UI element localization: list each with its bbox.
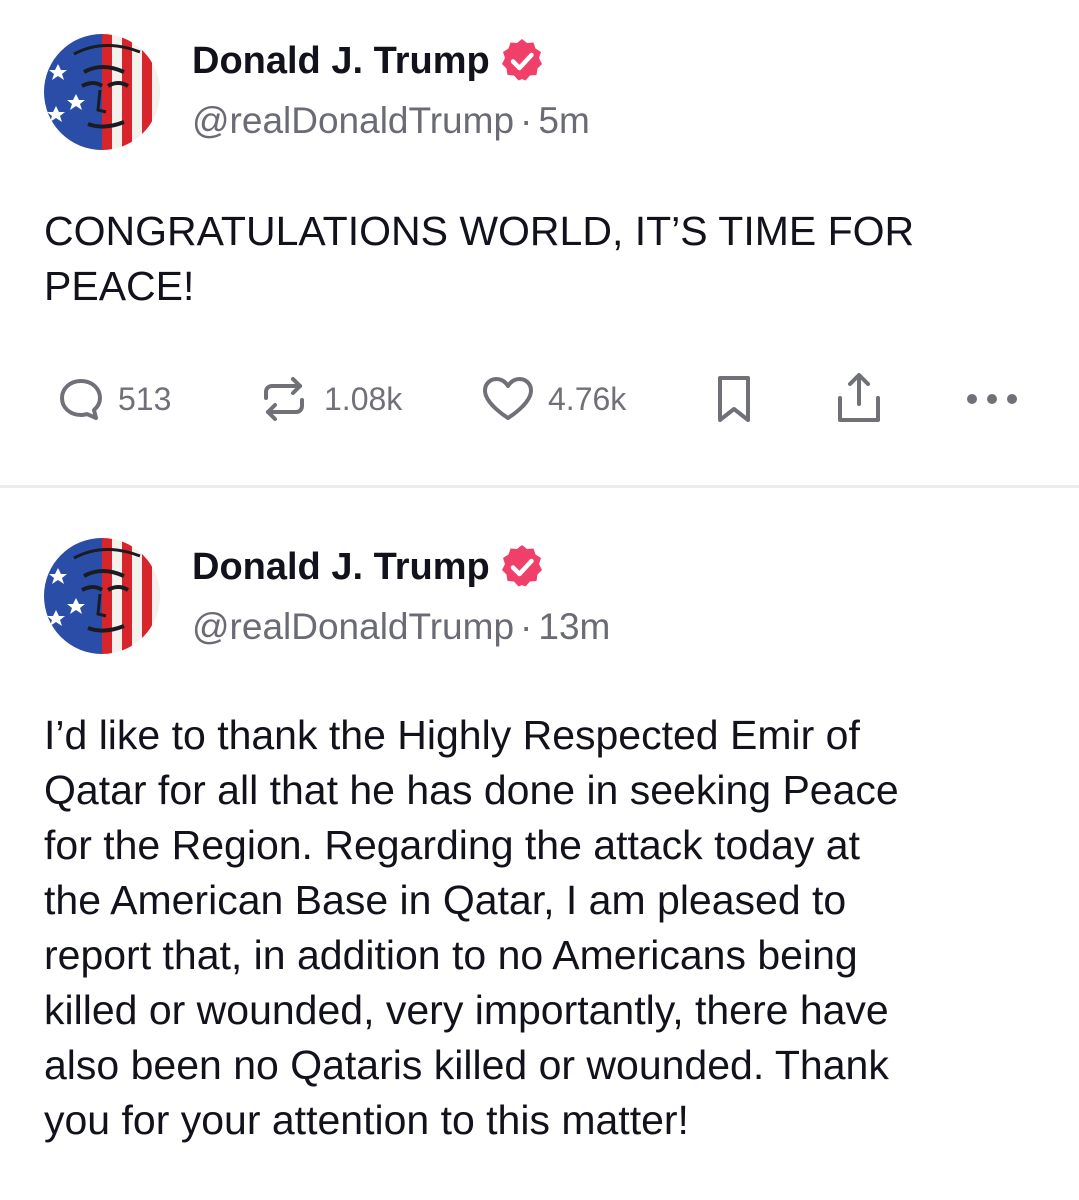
avatar[interactable] — [44, 538, 160, 654]
meta-separator: · — [520, 100, 533, 141]
verified-badge-icon — [498, 37, 546, 85]
name-row: Donald J. Trump — [192, 542, 610, 592]
name-row: Donald J. Trump — [192, 36, 590, 86]
reply-button[interactable]: 513 — [56, 370, 171, 428]
repost-icon — [256, 374, 312, 424]
flag-face-avatar-icon — [44, 34, 160, 150]
action-bar: 513 1.08k 4.76k — [56, 370, 1031, 428]
post-timestamp[interactable]: 5m — [538, 100, 589, 141]
post-card[interactable]: Donald J. Trump @realDonaldTrump · 13m I’d… — [0, 488, 1079, 1200]
user-handle[interactable]: @realDonaldTrump — [192, 100, 514, 141]
reply-icon — [56, 374, 106, 424]
meta-row: @realDonaldTrump · 5m — [192, 100, 590, 142]
verified-badge-icon — [498, 543, 546, 591]
repost-count: 1.08k — [324, 380, 403, 417]
more-button[interactable] — [962, 370, 1022, 428]
post-timestamp[interactable]: 13m — [538, 606, 610, 647]
like-button[interactable]: 4.76k — [480, 370, 626, 428]
user-handle[interactable]: @realDonaldTrump — [192, 606, 514, 647]
more-icon — [962, 389, 1022, 409]
avatar[interactable] — [44, 34, 160, 150]
display-name[interactable]: Donald J. Trump — [192, 40, 490, 83]
share-button[interactable] — [832, 370, 886, 428]
repost-button[interactable]: 1.08k — [256, 370, 402, 428]
meta-row: @realDonaldTrump · 13m — [192, 606, 610, 648]
display-name[interactable]: Donald J. Trump — [192, 546, 490, 589]
share-icon — [832, 370, 886, 428]
heart-icon — [480, 374, 536, 424]
bookmark-button[interactable] — [712, 370, 756, 428]
flag-face-avatar-icon — [44, 538, 160, 654]
meta-separator: · — [520, 606, 533, 647]
reply-count: 513 — [118, 380, 172, 417]
post-text: I’d like to thank the Highly Respected E… — [44, 712, 899, 1143]
post-text: CONGRATULATIONS WORLD, IT’S TIME FOR PEA… — [44, 208, 915, 309]
post-header: Donald J. Trump @realDonaldTrump · 13m — [192, 542, 610, 648]
like-count: 4.76k — [548, 380, 627, 417]
post-header: Donald J. Trump @realDonaldTrump · 5m — [192, 36, 590, 142]
bookmark-icon — [712, 372, 756, 426]
post-card[interactable]: Donald J. Trump @realDonaldTrump · 5m CONG… — [0, 0, 1079, 486]
